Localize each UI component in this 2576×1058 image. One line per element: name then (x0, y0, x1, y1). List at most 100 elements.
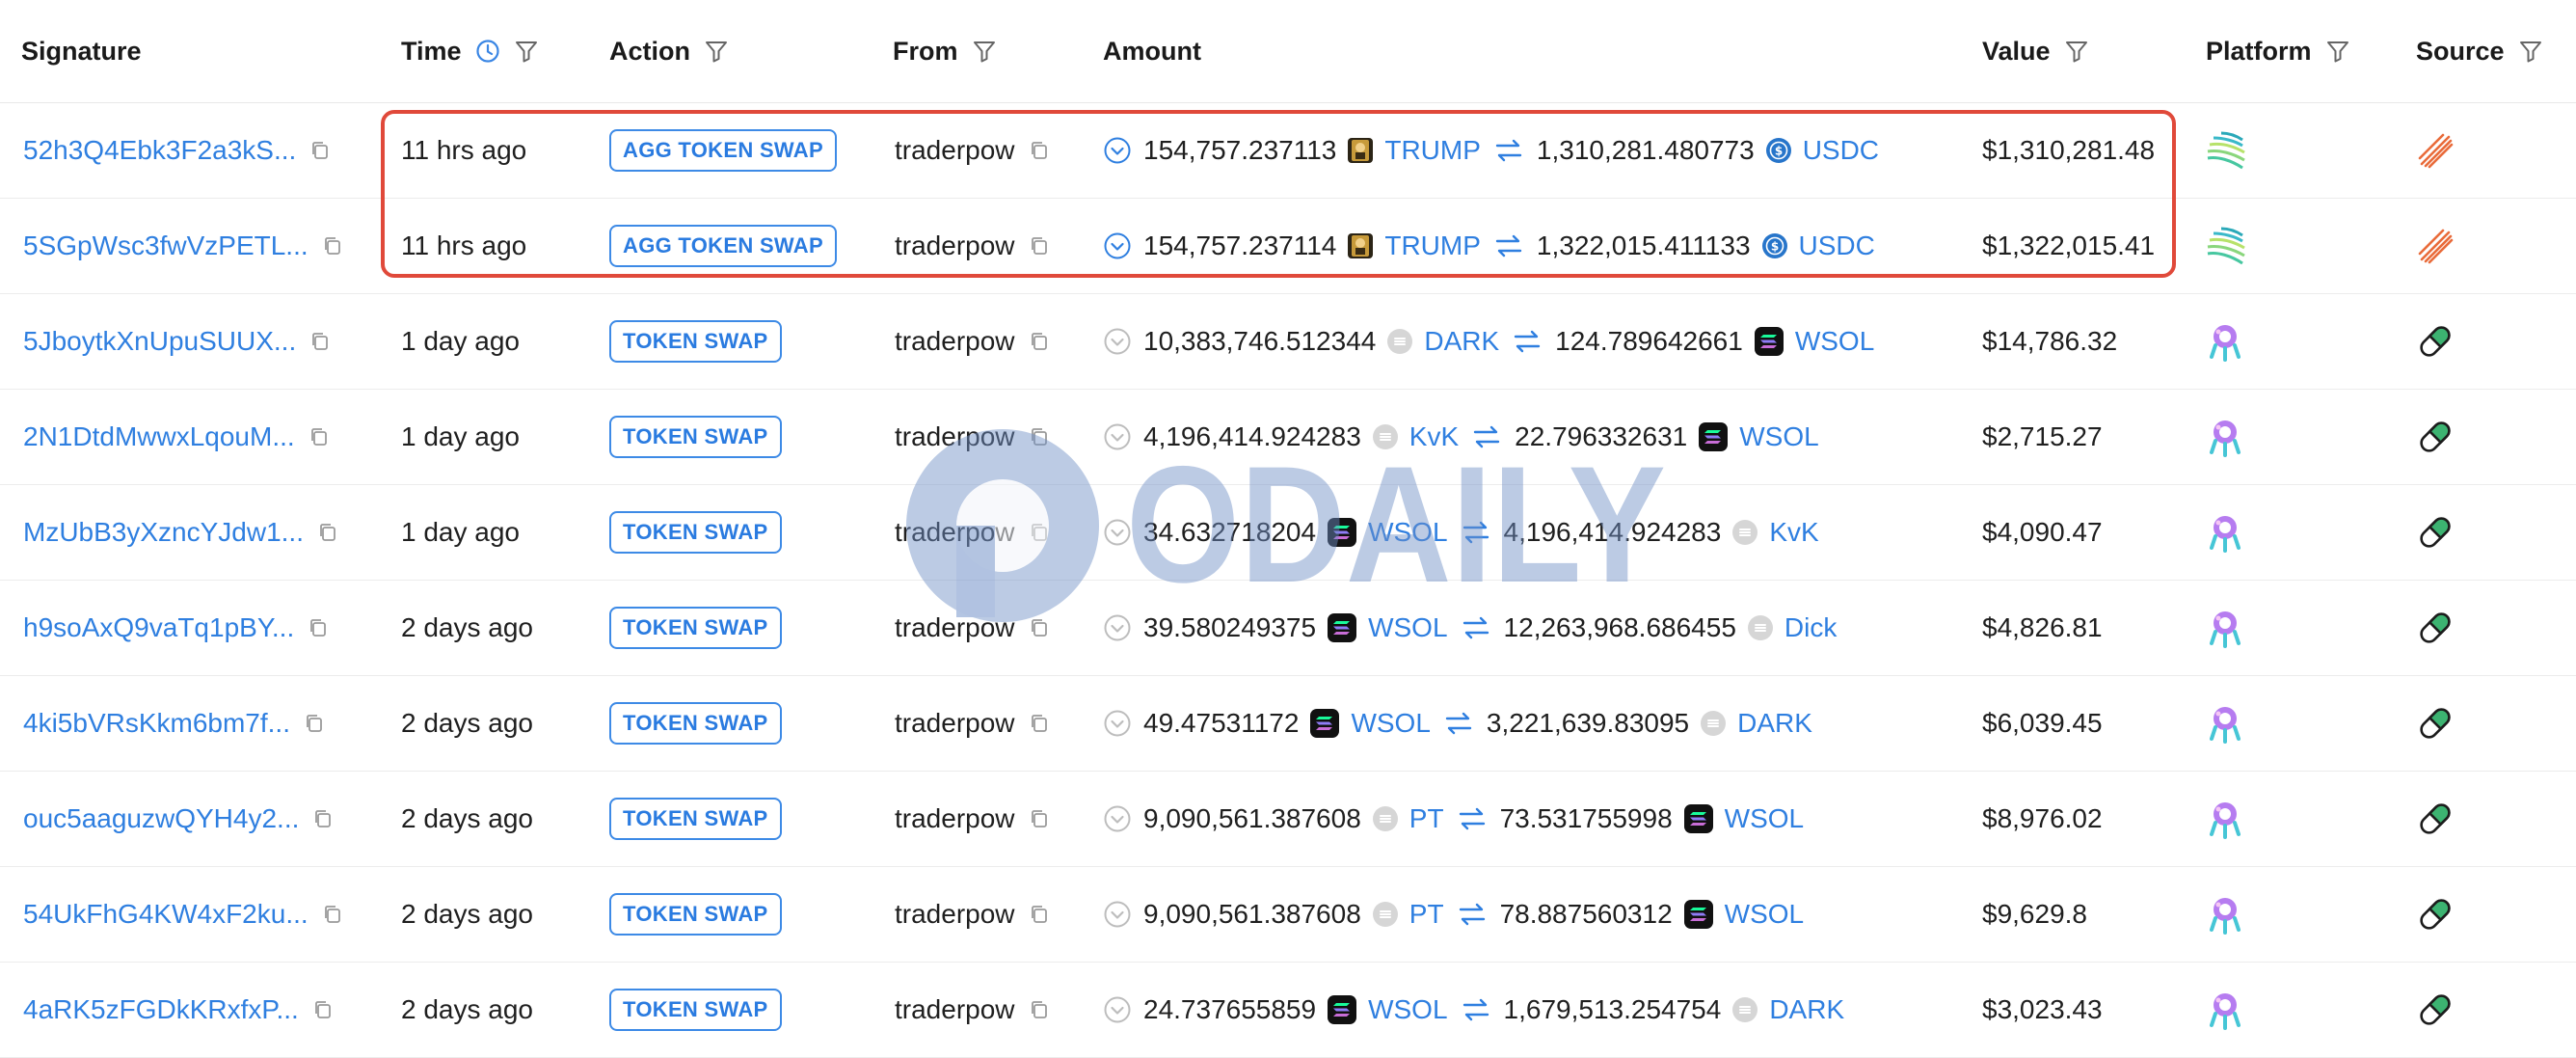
signature-link[interactable]: ouc5aaguzwQYH4y2... (23, 803, 299, 834)
action-badge[interactable]: TOKEN SWAP (609, 701, 782, 745)
token-in-link[interactable]: TRUMP (1384, 135, 1481, 166)
copy-icon[interactable] (309, 331, 331, 352)
token-in-link[interactable]: WSOL (1368, 994, 1447, 1025)
from-address[interactable]: traderpow (895, 803, 1015, 834)
copy-icon[interactable] (308, 617, 329, 638)
action-badge[interactable]: TOKEN SWAP (609, 606, 782, 649)
expand-chevron-icon[interactable] (1103, 709, 1132, 738)
jupiter-icon[interactable] (2204, 129, 2246, 172)
action-badge[interactable]: TOKEN SWAP (609, 988, 782, 1031)
action-badge[interactable]: AGG TOKEN SWAP (609, 128, 837, 172)
raydium-icon[interactable] (2204, 989, 2246, 1031)
from-address[interactable]: traderpow (895, 994, 1015, 1025)
raydium-icon[interactable] (2204, 893, 2246, 936)
filter-icon[interactable] (2518, 39, 2543, 64)
action-badge[interactable]: TOKEN SWAP (609, 797, 782, 840)
raydium-icon[interactable] (2204, 416, 2246, 458)
token-out-link[interactable]: DARK (1737, 708, 1812, 739)
token-in-link[interactable]: TRUMP (1384, 231, 1481, 261)
copy-icon[interactable] (1029, 904, 1050, 925)
copy-icon[interactable] (322, 904, 343, 925)
token-out-link[interactable]: USDC (1803, 135, 1879, 166)
copy-icon[interactable] (1029, 808, 1050, 829)
token-in-link[interactable]: WSOL (1368, 612, 1447, 643)
expand-chevron-icon[interactable] (1103, 900, 1132, 929)
raydium-icon[interactable] (2204, 702, 2246, 745)
token-out-link[interactable]: WSOL (1739, 421, 1818, 452)
copy-icon[interactable] (1029, 617, 1050, 638)
filter-icon[interactable] (2325, 39, 2350, 64)
raydium-icon[interactable] (2204, 798, 2246, 840)
filter-icon[interactable] (972, 39, 997, 64)
signature-link[interactable]: 4aRK5zFGDkKRxfxP... (23, 994, 299, 1025)
pill-icon[interactable] (2416, 609, 2455, 647)
signature-link[interactable]: 52h3Q4Ebk3F2a3kS... (23, 135, 296, 166)
token-in-link[interactable]: KvK (1409, 421, 1459, 452)
copy-icon[interactable] (312, 999, 334, 1020)
copy-icon[interactable] (1029, 235, 1050, 257)
raydium-icon[interactable] (2204, 607, 2246, 649)
token-out-link[interactable]: Dick (1784, 612, 1837, 643)
copy-icon[interactable] (312, 808, 334, 829)
pill-icon[interactable] (2416, 322, 2455, 361)
expand-chevron-icon[interactable] (1103, 995, 1132, 1024)
expand-chevron-icon[interactable] (1103, 613, 1132, 642)
raydium-icon[interactable] (2204, 511, 2246, 554)
signature-link[interactable]: 54UkFhG4KW4xF2ku... (23, 899, 309, 930)
expand-chevron-icon[interactable] (1103, 422, 1132, 451)
copy-icon[interactable] (1029, 426, 1050, 448)
filter-icon[interactable] (2064, 39, 2089, 64)
filter-icon[interactable] (514, 39, 539, 64)
action-badge[interactable]: TOKEN SWAP (609, 892, 782, 936)
token-out-link[interactable]: WSOL (1795, 326, 1874, 357)
jupiter-icon[interactable] (2204, 225, 2246, 267)
from-address[interactable]: traderpow (895, 899, 1015, 930)
pill-icon[interactable] (2416, 895, 2455, 934)
action-badge[interactable]: TOKEN SWAP (609, 510, 782, 554)
copy-icon[interactable] (1029, 331, 1050, 352)
signature-link[interactable]: 2N1DtdMwwxLqouM... (23, 421, 295, 452)
copy-icon[interactable] (1029, 999, 1050, 1020)
raydium-icon[interactable] (2204, 320, 2246, 363)
pill-icon[interactable] (2416, 418, 2455, 456)
pill-icon[interactable] (2416, 513, 2455, 552)
token-in-link[interactable]: DARK (1424, 326, 1499, 357)
jupiter-source-icon[interactable] (2416, 131, 2455, 170)
signature-link[interactable]: 4ki5bVRsKkm6bm7f... (23, 708, 290, 739)
copy-icon[interactable] (1029, 713, 1050, 734)
filter-icon[interactable] (704, 39, 729, 64)
signature-link[interactable]: 5SGpWsc3fwVzPETL... (23, 231, 309, 261)
jupiter-source-icon[interactable] (2416, 227, 2455, 265)
token-in-link[interactable]: PT (1409, 803, 1444, 834)
copy-icon[interactable] (309, 140, 331, 161)
action-badge[interactable]: TOKEN SWAP (609, 319, 782, 363)
expand-chevron-icon[interactable] (1103, 136, 1132, 165)
from-address[interactable]: traderpow (895, 517, 1015, 548)
copy-icon[interactable] (304, 713, 325, 734)
signature-link[interactable]: h9soAxQ9vaTq1pBY... (23, 612, 294, 643)
expand-chevron-icon[interactable] (1103, 231, 1132, 260)
token-out-link[interactable]: USDC (1799, 231, 1875, 261)
token-in-link[interactable]: PT (1409, 899, 1444, 930)
copy-icon[interactable] (1029, 522, 1050, 543)
signature-link[interactable]: 5JboytkXnUpuSUUX... (23, 326, 296, 357)
copy-icon[interactable] (309, 426, 330, 448)
action-badge[interactable]: TOKEN SWAP (609, 415, 782, 458)
copy-icon[interactable] (317, 522, 338, 543)
token-out-link[interactable]: KvK (1769, 517, 1818, 548)
pill-icon[interactable] (2416, 800, 2455, 838)
signature-link[interactable]: MzUbB3yXzncYJdw1... (23, 517, 304, 548)
copy-icon[interactable] (1029, 140, 1050, 161)
action-badge[interactable]: AGG TOKEN SWAP (609, 224, 837, 267)
pill-icon[interactable] (2416, 704, 2455, 743)
from-address[interactable]: traderpow (895, 421, 1015, 452)
clock-icon[interactable] (475, 39, 500, 64)
from-address[interactable]: traderpow (895, 612, 1015, 643)
from-address[interactable]: traderpow (895, 326, 1015, 357)
pill-icon[interactable] (2416, 990, 2455, 1029)
token-in-link[interactable]: WSOL (1368, 517, 1447, 548)
from-address[interactable]: traderpow (895, 135, 1015, 166)
expand-chevron-icon[interactable] (1103, 327, 1132, 356)
token-in-link[interactable]: WSOL (1351, 708, 1430, 739)
token-out-link[interactable]: WSOL (1725, 803, 1804, 834)
